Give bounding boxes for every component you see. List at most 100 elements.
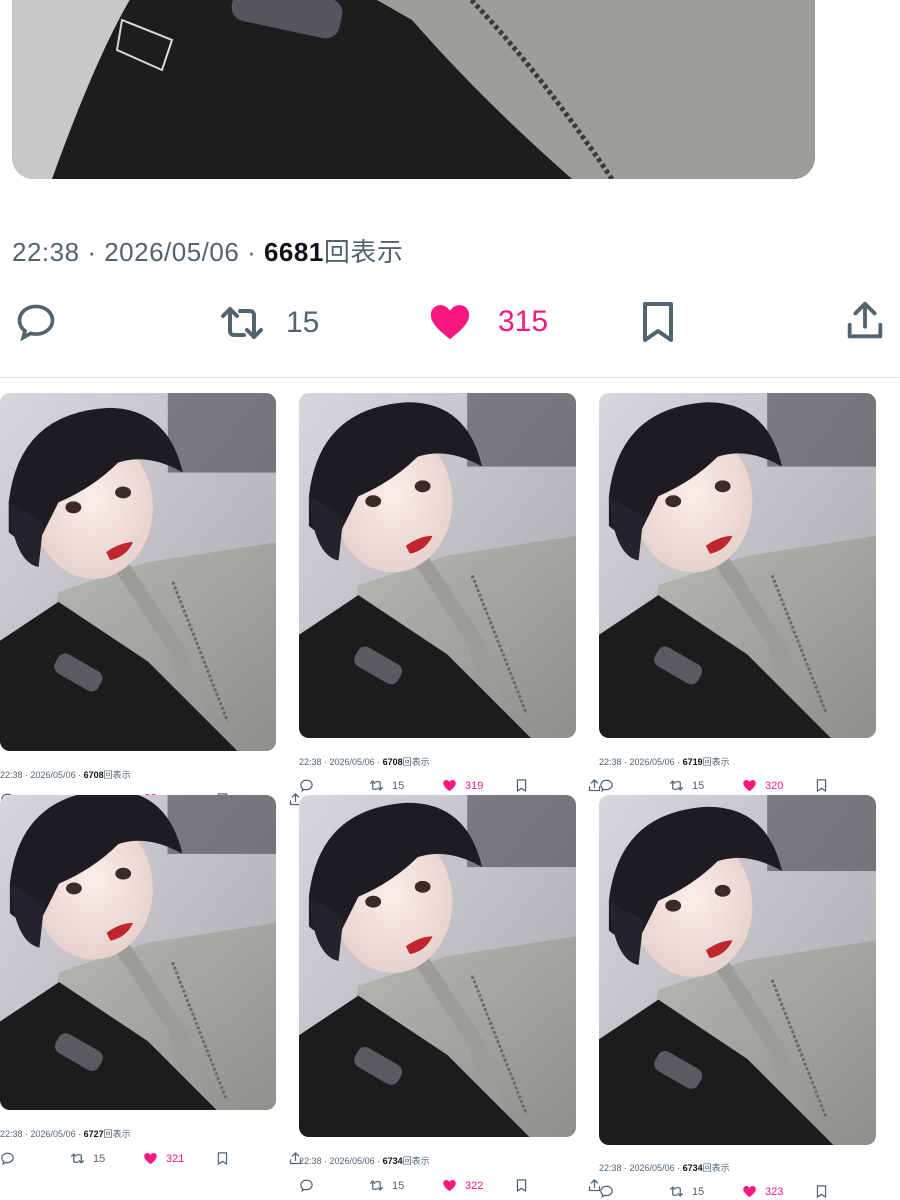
- reply-icon: [599, 778, 614, 793]
- card-like-button[interactable]: 322: [442, 1178, 483, 1193]
- bookmark-icon: [814, 778, 829, 793]
- card-views-label: 回表示: [402, 1156, 430, 1166]
- card-meta: 22:38 · 2026/05/06 · 6719回表示: [599, 757, 730, 767]
- card-date: 2026/05/06: [329, 757, 375, 767]
- card-count: 320: [765, 779, 784, 792]
- card-bookmark-button[interactable]: [814, 1184, 829, 1199]
- card-retweet-button[interactable]: 15: [369, 778, 404, 793]
- bookmark-icon: [514, 1178, 529, 1193]
- bookmark-icon: [514, 778, 529, 793]
- card-views-label: 回表示: [702, 757, 730, 767]
- heart-icon: [742, 778, 757, 793]
- card-views: 6708: [382, 757, 403, 767]
- card-retweet-button[interactable]: 15: [70, 1151, 105, 1166]
- card-meta: 22:38 · 2026/05/06 · 6727回表示: [0, 1129, 131, 1139]
- card-reply-button[interactable]: [299, 1178, 314, 1193]
- card-retweet-button[interactable]: 15: [369, 1178, 404, 1193]
- card-meta: 22:38 · 2026/05/06 · 6708回表示: [299, 757, 430, 767]
- bookmark-icon: [634, 298, 682, 346]
- tweet-meta: 22:38 · 2026/05/06 · 6681回表示: [12, 237, 404, 267]
- reply-icon: [14, 300, 58, 344]
- retweet-icon: [369, 778, 384, 793]
- card-count: 319: [465, 779, 484, 792]
- card-like-button[interactable]: 319: [442, 778, 483, 793]
- share-button[interactable]: [842, 298, 888, 344]
- card-count: 15: [392, 1179, 405, 1192]
- card-views: 6734: [682, 1163, 703, 1173]
- card-count: 15: [692, 1185, 705, 1198]
- photo-image: [12, 0, 815, 179]
- retweet-icon: [216, 299, 268, 347]
- card-bookmark-button[interactable]: [814, 778, 829, 793]
- card-time: 22:38: [299, 757, 322, 767]
- heart-icon: [143, 1151, 158, 1166]
- card-reply-button[interactable]: [599, 1184, 614, 1199]
- card-reply-button[interactable]: [599, 778, 614, 793]
- card-date: 2026/05/06: [30, 770, 76, 780]
- tweet-time[interactable]: 22:38: [12, 237, 80, 267]
- card-bookmark-button[interactable]: [514, 778, 529, 793]
- card-photo[interactable]: [299, 795, 576, 1137]
- card-reply-button[interactable]: [299, 778, 314, 793]
- card-photo[interactable]: [299, 393, 576, 738]
- card-count: 323: [765, 1185, 784, 1198]
- reply-button[interactable]: [14, 300, 58, 344]
- bookmark-button[interactable]: [634, 298, 682, 346]
- card-photo[interactable]: [599, 795, 876, 1145]
- selfie-image: [599, 795, 876, 1145]
- heart-icon: [426, 299, 474, 345]
- card-reply-button[interactable]: [0, 1151, 15, 1166]
- card-retweet-button[interactable]: 15: [669, 1184, 704, 1199]
- divider: [0, 377, 900, 378]
- retweet-button[interactable]: 15: [216, 299, 319, 347]
- card-bookmark-button[interactable]: [514, 1178, 529, 1193]
- card-views: 6734: [382, 1156, 403, 1166]
- retweet-icon: [70, 1151, 85, 1166]
- reply-icon: [0, 1151, 15, 1166]
- reply-icon: [599, 1184, 614, 1199]
- card-views: 6708: [83, 770, 104, 780]
- card-date: 2026/05/06: [629, 1163, 675, 1173]
- reply-icon: [299, 1178, 314, 1193]
- card-like-button[interactable]: 320: [742, 778, 783, 793]
- tweet-date[interactable]: 2026/05/06: [104, 237, 239, 267]
- bookmark-icon: [814, 1184, 829, 1199]
- like-count: 315: [498, 305, 549, 338]
- retweet-icon: [669, 1184, 684, 1199]
- card-date: 2026/05/06: [329, 1156, 375, 1166]
- card-meta: 22:38 · 2026/05/06 · 6734回表示: [599, 1163, 730, 1173]
- card-count: 15: [692, 779, 705, 792]
- retweet-icon: [369, 1178, 384, 1193]
- card-like-button[interactable]: 323: [742, 1184, 783, 1199]
- card-time: 22:38: [599, 1163, 622, 1173]
- card-bookmark-button[interactable]: [215, 1151, 230, 1166]
- card-views-label: 回表示: [402, 757, 430, 767]
- card-photo[interactable]: [0, 795, 276, 1110]
- card-retweet-button[interactable]: 15: [669, 778, 704, 793]
- card-time: 22:38: [0, 1129, 23, 1139]
- card-photo[interactable]: [0, 393, 276, 751]
- card-time: 22:38: [599, 757, 622, 767]
- card-meta: 22:38 · 2026/05/06 · 6734回表示: [299, 1156, 430, 1166]
- like-button[interactable]: 315: [426, 299, 548, 345]
- card-views: 6727: [83, 1129, 104, 1139]
- card-views: 6719: [682, 757, 703, 767]
- card-views-label: 回表示: [103, 770, 131, 780]
- selfie-image: [599, 393, 876, 738]
- card-views-label: 回表示: [702, 1163, 730, 1173]
- tweet-photo[interactable]: [12, 0, 815, 179]
- share-icon: [842, 298, 888, 344]
- card-count: 15: [392, 779, 405, 792]
- card-count: 321: [166, 1152, 185, 1165]
- selfie-image: [0, 795, 276, 1110]
- card-like-button[interactable]: 321: [143, 1151, 184, 1166]
- view-count: 6681: [263, 237, 324, 267]
- card-meta: 22:38 · 2026/05/06 · 6708回表示: [0, 770, 131, 780]
- retweet-icon: [669, 778, 684, 793]
- retweet-count: 15: [286, 306, 320, 339]
- card-photo[interactable]: [599, 393, 876, 738]
- heart-icon: [442, 778, 457, 793]
- card-date: 2026/05/06: [30, 1129, 76, 1139]
- card-views-label: 回表示: [103, 1129, 131, 1139]
- card-date: 2026/05/06: [629, 757, 675, 767]
